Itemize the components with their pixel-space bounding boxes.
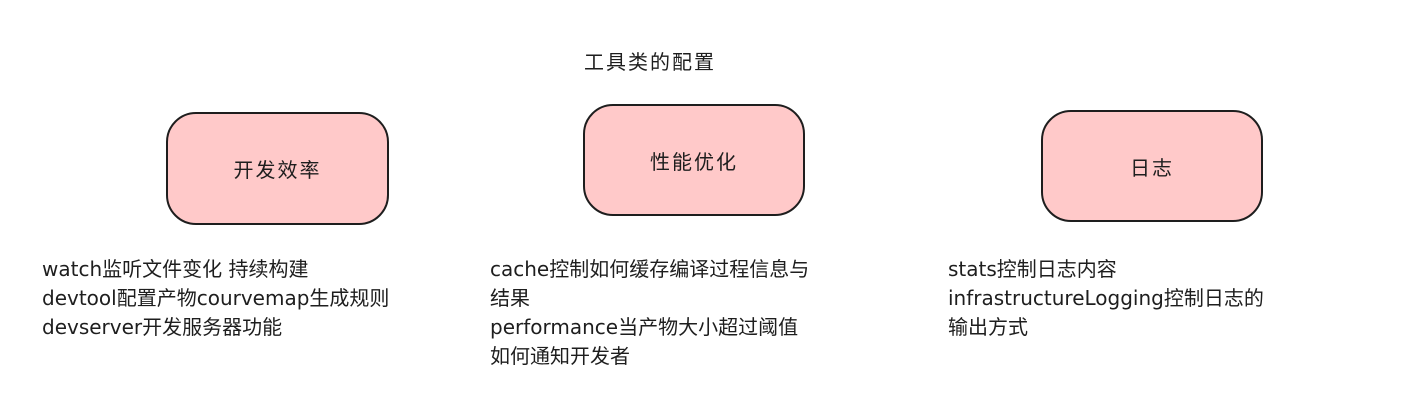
node-performance[interactable]: 性能优化 — [583, 104, 805, 216]
note-line: 如何通知开发者 — [490, 344, 630, 368]
node-label: 开发效率 — [233, 158, 322, 182]
note-logging: stats控制日志内容 infrastructureLogging控制日志的 输… — [948, 255, 1264, 342]
note-line: cache控制如何缓存编译过程信息与 — [490, 257, 810, 281]
note-line: watch监听文件变化 持续构建 — [42, 257, 309, 281]
node-label: 性能优化 — [650, 149, 738, 174]
note-line: performance当产物大小超过阈值 — [490, 315, 799, 339]
note-line: 输出方式 — [948, 315, 1028, 339]
note-line: devserver开发服务器功能 — [42, 315, 283, 339]
node-dev-efficiency[interactable]: 开发效率 — [166, 112, 389, 225]
diagram-title: 工具类的配置 — [584, 50, 716, 74]
note-line: 结果 — [490, 286, 530, 310]
note-dev-efficiency: watch监听文件变化 持续构建 devtool配置产物courvemap生成规… — [42, 255, 389, 342]
node-logging[interactable]: 日志 — [1041, 110, 1263, 222]
node-label: 日志 — [1130, 155, 1174, 180]
diagram-canvas: 工具类的配置 开发效率 性能优化 日志 watch监听文件变化 持续构建 dev… — [0, 0, 1418, 408]
note-line: devtool配置产物courvemap生成规则 — [42, 286, 390, 310]
note-line: stats控制日志内容 — [948, 257, 1117, 281]
note-line: infrastructureLogging控制日志的 — [948, 286, 1264, 310]
note-performance: cache控制如何缓存编译过程信息与 结果 performance当产物大小超过… — [490, 255, 809, 371]
